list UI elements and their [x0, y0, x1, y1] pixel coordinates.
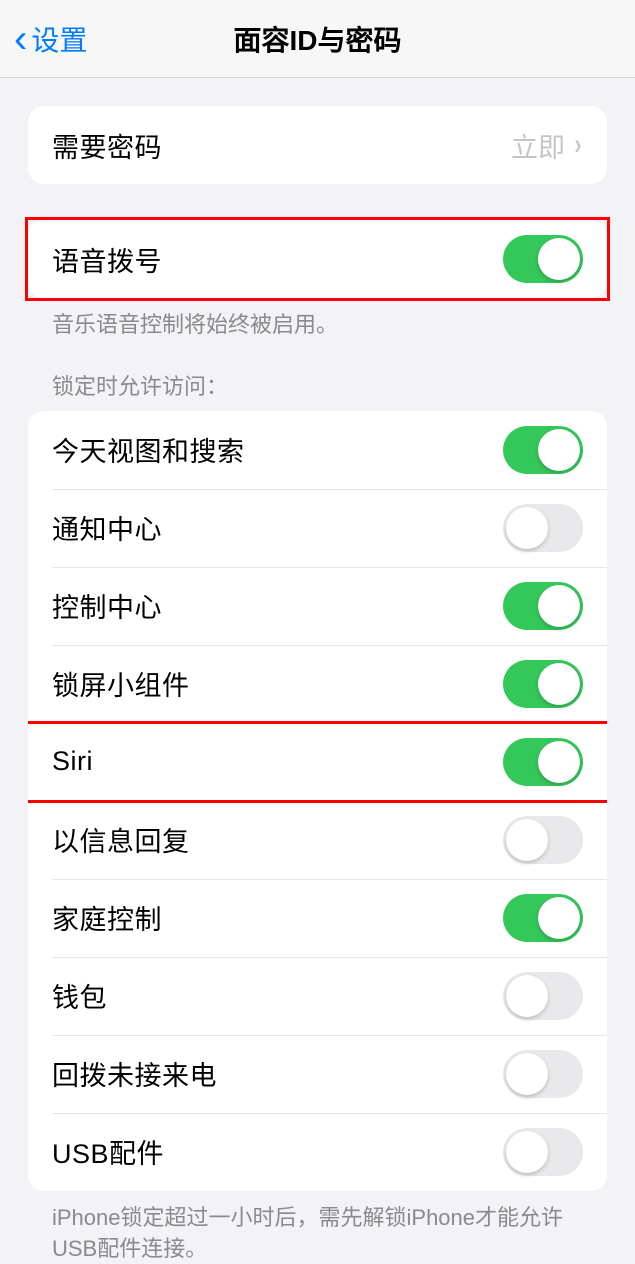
- lock-access-label: 回拨未接来电: [52, 1054, 217, 1093]
- lock-access-toggle[interactable]: [503, 1128, 583, 1176]
- lock-access-row: 以信息回复: [28, 801, 607, 879]
- lock-access-label: 今天视图和搜索: [52, 430, 245, 469]
- require-passcode-value: 立即: [511, 126, 565, 165]
- lock-access-row: USB配件: [28, 1113, 607, 1191]
- lock-access-toggle[interactable]: [503, 1050, 583, 1098]
- require-passcode-label: 需要密码: [52, 126, 162, 165]
- lock-access-row: 钱包: [28, 957, 607, 1035]
- lock-access-toggle[interactable]: [503, 894, 583, 942]
- lock-access-row: 今天视图和搜索: [28, 411, 607, 489]
- lock-access-toggle[interactable]: [503, 582, 583, 630]
- back-button[interactable]: ‹ 设置: [0, 19, 87, 59]
- lock-access-row: 通知中心: [28, 489, 607, 567]
- back-label: 设置: [31, 19, 87, 59]
- lock-access-toggle[interactable]: [503, 504, 583, 552]
- page-title: 面容ID与密码: [0, 19, 635, 59]
- lock-access-row: Siri: [28, 723, 607, 801]
- lock-access-label: 以信息回复: [52, 820, 190, 859]
- lock-access-row: 回拨未接来电: [28, 1035, 607, 1113]
- lock-access-toggle[interactable]: [503, 816, 583, 864]
- lock-access-label: Siri: [52, 746, 93, 777]
- voice-dial-footer: 音乐语音控制将始终被启用。: [28, 298, 607, 341]
- require-passcode-row[interactable]: 需要密码 立即 ›: [28, 106, 607, 184]
- lock-access-label: 控制中心: [52, 586, 162, 625]
- navigation-header: ‹ 设置 面容ID与密码: [0, 0, 635, 78]
- lock-access-row: 家庭控制: [28, 879, 607, 957]
- lock-access-toggle[interactable]: [503, 972, 583, 1020]
- lock-access-label: 钱包: [52, 976, 107, 1015]
- chevron-right-icon: ›: [575, 128, 582, 162]
- lock-access-label: 通知中心: [52, 508, 162, 547]
- lock-access-row: 锁屏小组件: [28, 645, 607, 723]
- voice-dial-toggle[interactable]: [503, 235, 583, 283]
- lock-access-toggle[interactable]: [503, 738, 583, 786]
- chevron-left-icon: ‹: [14, 19, 27, 59]
- lock-access-toggle[interactable]: [503, 660, 583, 708]
- voice-dial-row: 语音拨号: [28, 220, 607, 298]
- lock-access-toggle[interactable]: [503, 426, 583, 474]
- lock-access-footer: iPhone锁定超过一小时后，需先解锁iPhone才能允许USB配件连接。: [28, 1191, 607, 1264]
- lock-access-header: 锁定时允许访问：: [28, 369, 607, 411]
- lock-access-row: 控制中心: [28, 567, 607, 645]
- voice-dial-label: 语音拨号: [52, 240, 162, 279]
- lock-access-label: 家庭控制: [52, 898, 162, 937]
- lock-access-label: 锁屏小组件: [52, 664, 190, 703]
- lock-access-label: USB配件: [52, 1132, 164, 1171]
